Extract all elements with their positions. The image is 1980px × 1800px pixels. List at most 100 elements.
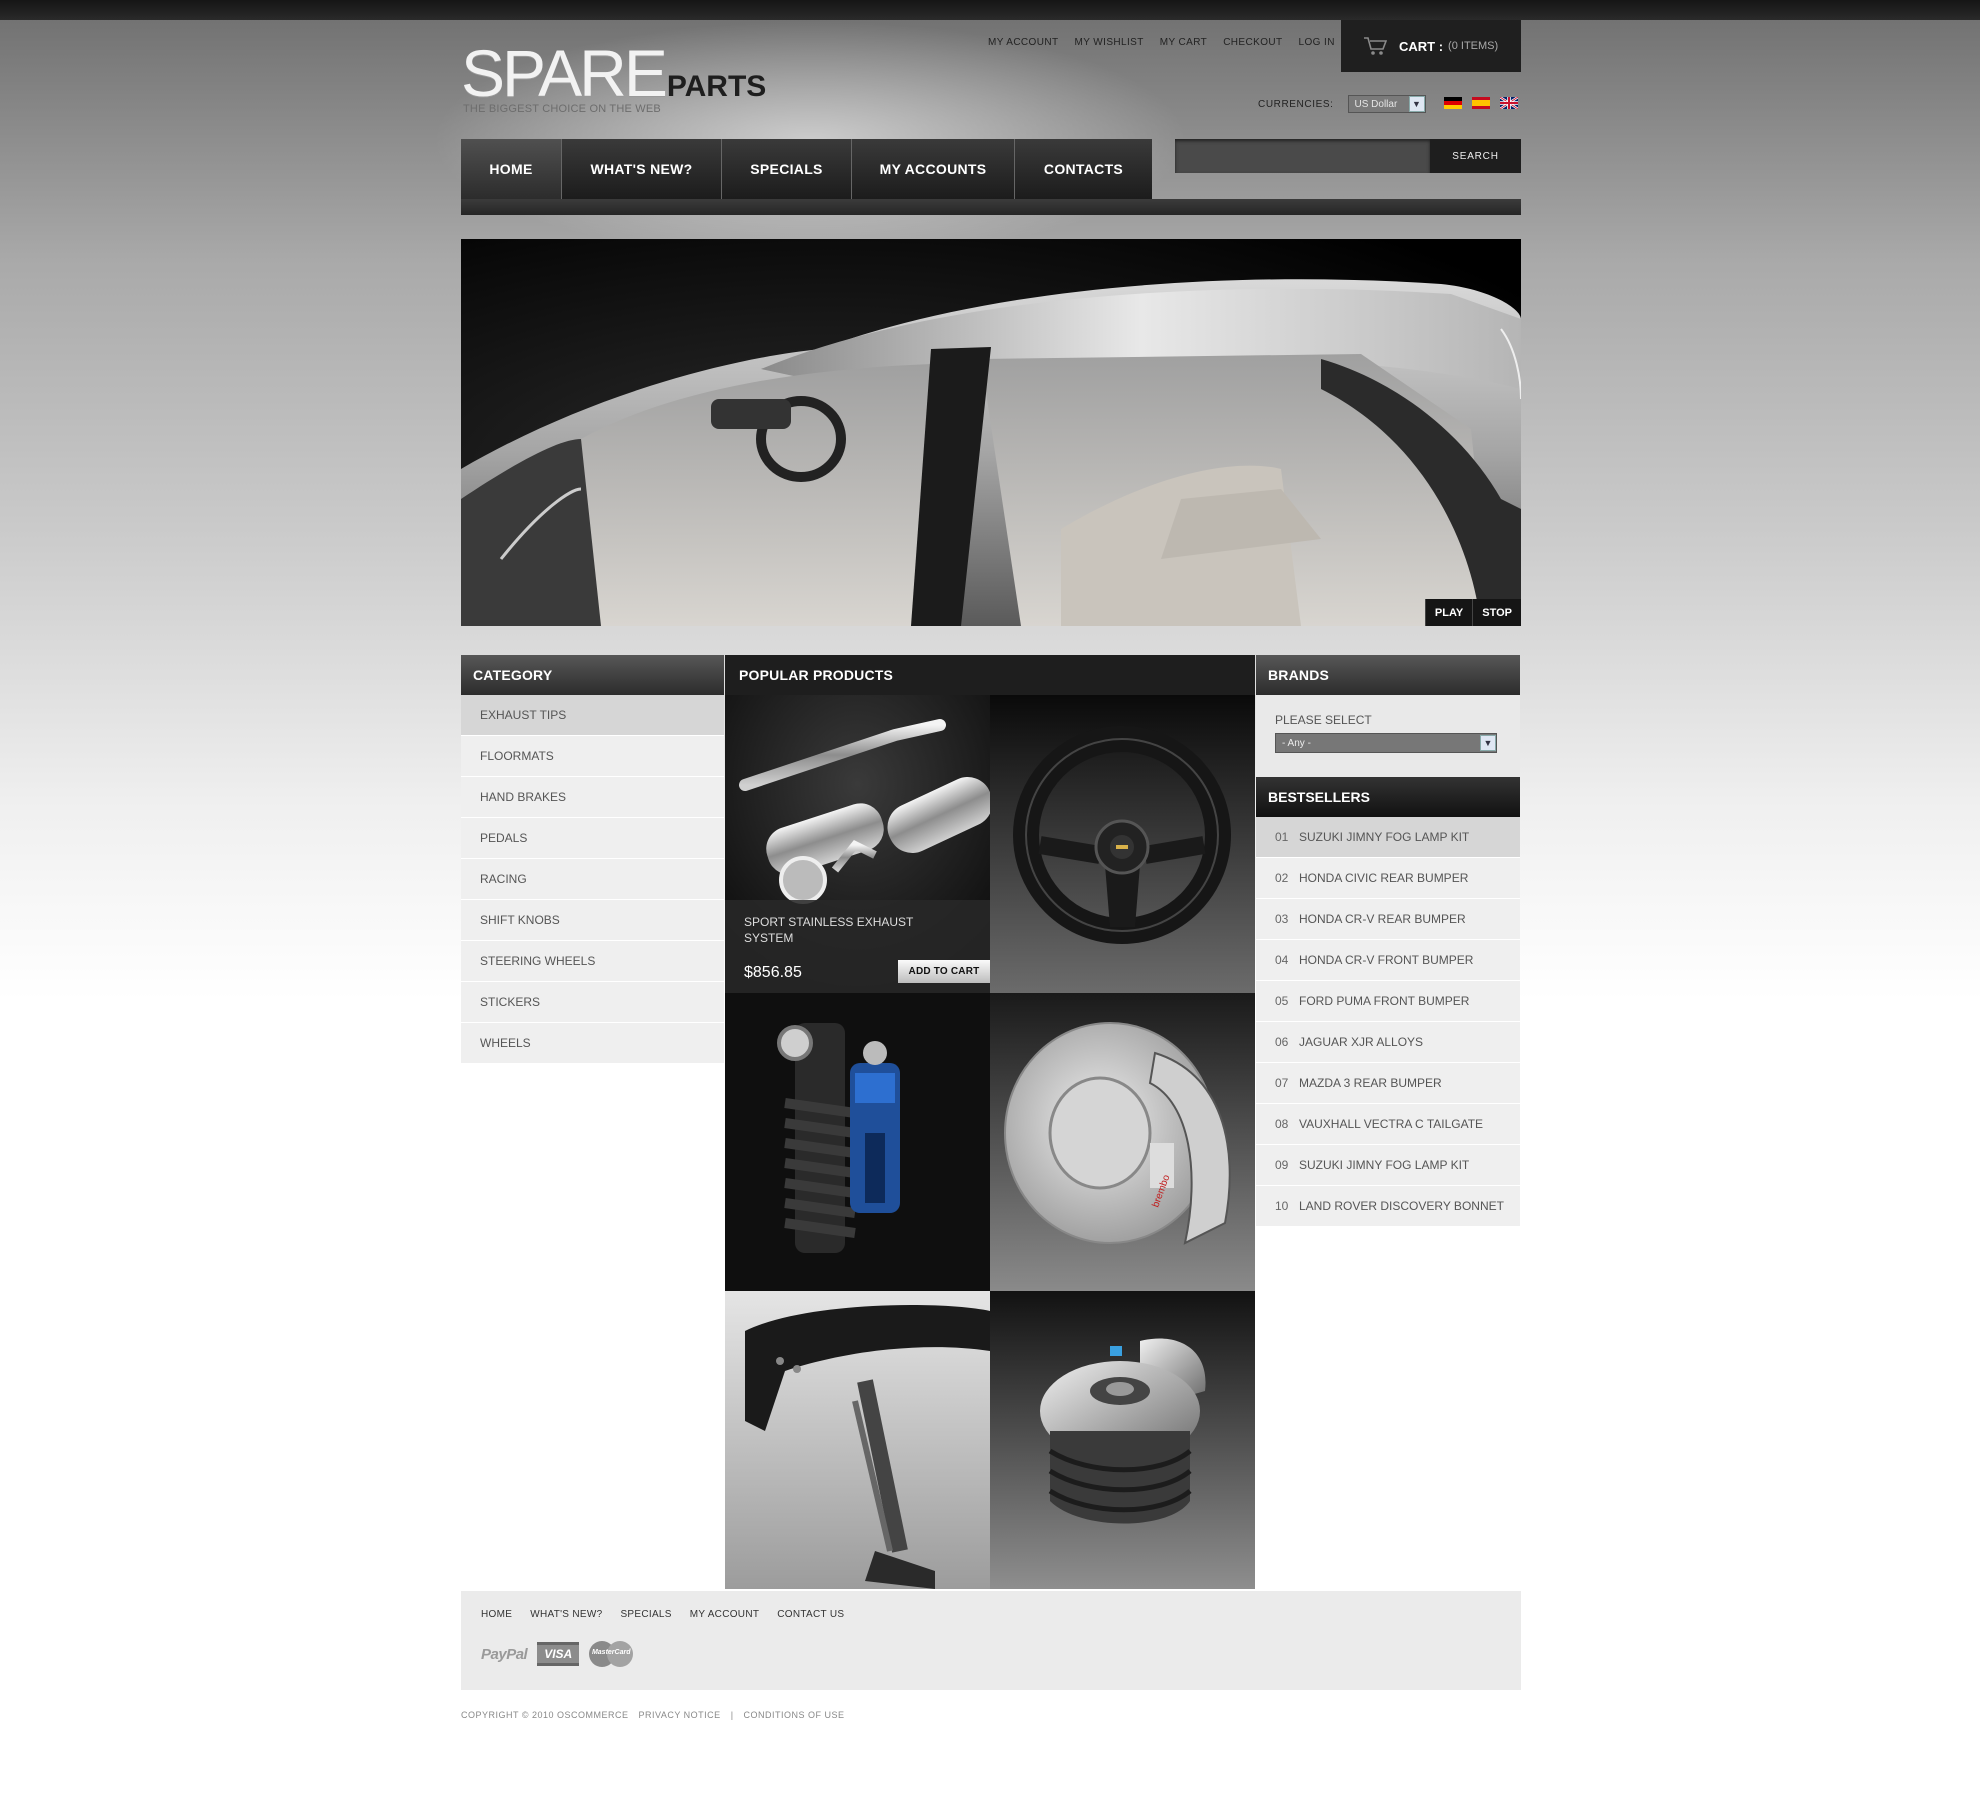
privacy-notice-link[interactable]: PRIVACY NOTICE [639,1710,721,1720]
english-flag-icon[interactable] [1500,97,1518,109]
category-item[interactable]: SHIFT KNOBS [461,900,724,941]
checkout-link[interactable]: CHECKOUT [1223,37,1282,48]
brands-heading: BRANDS [1256,655,1520,695]
bestseller-rank: 10 [1275,1199,1289,1213]
my-cart-link[interactable]: MY CART [1160,37,1207,48]
category-item[interactable]: FLOORMATS [461,736,724,777]
bestseller-item[interactable]: 10 LAND ROVER DISCOVERY BONNET [1256,1186,1520,1227]
bestseller-rank: 05 [1275,994,1289,1008]
nav-whats-new[interactable]: WHAT'S NEW? [562,139,722,199]
bestseller-item[interactable]: 04 HONDA CR-V FRONT BUMPER [1256,940,1520,981]
hero-slideshow: PLAY STOP [461,239,1521,626]
currency-select[interactable]: US Dollar ▼ [1347,95,1426,113]
product-tile-turbo[interactable] [990,1291,1255,1589]
bestseller-rank: 02 [1275,871,1289,885]
cart-item-count: (0 ITEMS) [1448,40,1499,52]
brake-disc-image: brembo [990,993,1255,1291]
stop-button[interactable]: STOP [1472,599,1521,626]
play-button[interactable]: PLAY [1424,599,1473,626]
brand-select[interactable]: - Any - ▼ [1275,733,1497,753]
cart-box[interactable]: CART : (0 ITEMS) [1341,20,1521,72]
bestseller-name: SUZUKI JIMNY FOG LAMP KIT [1299,830,1470,844]
category-item[interactable]: STEERING WHEELS [461,941,724,982]
nav-home[interactable]: HOME [461,139,562,199]
bestseller-rank: 01 [1275,830,1289,844]
logo-sub-text: PARTS [666,70,767,103]
logo-tagline: THE BIGGEST CHOICE ON THE WEB [463,103,661,115]
product-tile-exhaust[interactable]: SPORT STAINLESS EXHAUST SYSTEM $856.85 A… [725,695,990,993]
bestseller-item[interactable]: 01 SUZUKI JIMNY FOG LAMP KIT [1256,817,1520,858]
add-to-cart-button[interactable]: ADD TO CART [898,960,990,983]
category-item[interactable]: HAND BRAKES [461,777,724,818]
footer: HOME WHAT'S NEW? SPECIALS MY ACCOUNT CON… [461,1591,1521,1690]
footer-link-specials[interactable]: SPECIALS [620,1609,671,1620]
bestseller-rank: 07 [1275,1076,1289,1090]
brands-panel: PLEASE SELECT - Any - ▼ [1256,695,1520,777]
bestseller-name: HONDA CR-V FRONT BUMPER [1299,953,1474,967]
cart-label: CART : [1399,38,1444,54]
category-heading: CATEGORY [461,655,724,695]
category-item[interactable]: STICKERS [461,982,724,1023]
search-bar: SEARCH [1175,139,1521,173]
footer-link-home[interactable]: HOME [481,1609,512,1620]
currency-label: CURRENCIES: [1258,98,1334,110]
product-tile-spoiler[interactable] [725,1291,990,1589]
category-item[interactable]: EXHAUST TIPS [461,695,724,736]
paypal-logo: PayPal [481,1645,528,1663]
search-input[interactable] [1175,139,1430,173]
currency-switcher: CURRENCIES: US Dollar ▼ [1258,95,1426,113]
product-name[interactable]: SPORT STAINLESS EXHAUST SYSTEM [744,914,934,946]
payment-methods: PayPal VISA MasterCard [481,1641,634,1667]
logo-main-text: SPARE [461,36,668,110]
mastercard-text: MasterCard [591,1649,631,1656]
bestseller-rank: 08 [1275,1117,1289,1131]
category-item[interactable]: RACING [461,859,724,900]
site-logo[interactable]: SPAREPARTS THE BIGGEST CHOICE ON THE WEB [461,40,767,115]
footer-link-my-account[interactable]: MY ACCOUNT [690,1609,760,1620]
category-panel: CATEGORY EXHAUST TIPS FLOORMATS HAND BRA… [461,655,724,1064]
sidebar-right: BRANDS PLEASE SELECT - Any - ▼ BESTSELLE… [1256,655,1520,1227]
footer-link-whats-new[interactable]: WHAT'S NEW? [530,1609,602,1620]
footer-link-contact-us[interactable]: CONTACT US [777,1609,844,1620]
bestseller-item[interactable]: 09 SUZUKI JIMNY FOG LAMP KIT [1256,1145,1520,1186]
product-tile-brake-disc[interactable]: brembo [990,993,1255,1291]
cart-icon [1364,37,1387,55]
chevron-down-icon: ▼ [1408,96,1425,112]
bestseller-item[interactable]: 07 MAZDA 3 REAR BUMPER [1256,1063,1520,1104]
bestseller-name: JAGUAR XJR ALLOYS [1299,1035,1424,1049]
copyright-text: COPYRIGHT © 2010 OSCOMMERCE [461,1710,629,1720]
bestseller-item[interactable]: 05 FORD PUMA FRONT BUMPER [1256,981,1520,1022]
search-button[interactable]: SEARCH [1430,139,1521,173]
mastercard-logo: MasterCard [589,1641,634,1667]
visa-logo: VISA [537,1642,580,1666]
currency-selected-value: US Dollar [1354,98,1398,110]
nav-my-accounts[interactable]: MY ACCOUNTS [852,139,1015,199]
product-tile-steering-wheel[interactable] [990,695,1255,993]
bestseller-name: HONDA CR-V REAR BUMPER [1299,912,1466,926]
footer-links: HOME WHAT'S NEW? SPECIALS MY ACCOUNT CON… [481,1609,844,1620]
bestseller-item[interactable]: 08 VAUXHALL VECTRA C TAILGATE [1256,1104,1520,1145]
spanish-flag-icon[interactable] [1472,97,1490,109]
brands-select-label: PLEASE SELECT [1275,713,1372,727]
bestseller-rank: 03 [1275,912,1289,926]
chevron-down-icon: ▼ [1480,735,1496,751]
log-in-link[interactable]: LOG IN [1299,37,1335,48]
category-item[interactable]: PEDALS [461,818,724,859]
popular-products-heading: POPULAR PRODUCTS [725,655,1255,695]
account-links: MY ACCOUNT MY WISHLIST MY CART CHECKOUT … [988,37,1335,48]
bestseller-rank: 06 [1275,1035,1289,1049]
my-wishlist-link[interactable]: MY WISHLIST [1075,37,1144,48]
product-tile-shock-absorber[interactable] [725,993,990,1291]
bestseller-name: MAZDA 3 REAR BUMPER [1299,1076,1442,1090]
bestseller-item[interactable]: 03 HONDA CR-V REAR BUMPER [1256,899,1520,940]
category-item[interactable]: WHEELS [461,1023,724,1064]
bestseller-item[interactable]: 06 JAGUAR XJR ALLOYS [1256,1022,1520,1063]
conditions-of-use-link[interactable]: CONDITIONS OF USE [744,1710,845,1720]
bestseller-item[interactable]: 02 HONDA CIVIC REAR BUMPER [1256,858,1520,899]
language-flags [1444,97,1518,109]
nav-specials[interactable]: SPECIALS [722,139,852,199]
my-account-link[interactable]: MY ACCOUNT [988,37,1059,48]
nav-contacts[interactable]: CONTACTS [1015,139,1152,199]
german-flag-icon[interactable] [1444,97,1462,109]
featured-product-info: SPORT STAINLESS EXHAUST SYSTEM $856.85 A… [725,900,990,993]
